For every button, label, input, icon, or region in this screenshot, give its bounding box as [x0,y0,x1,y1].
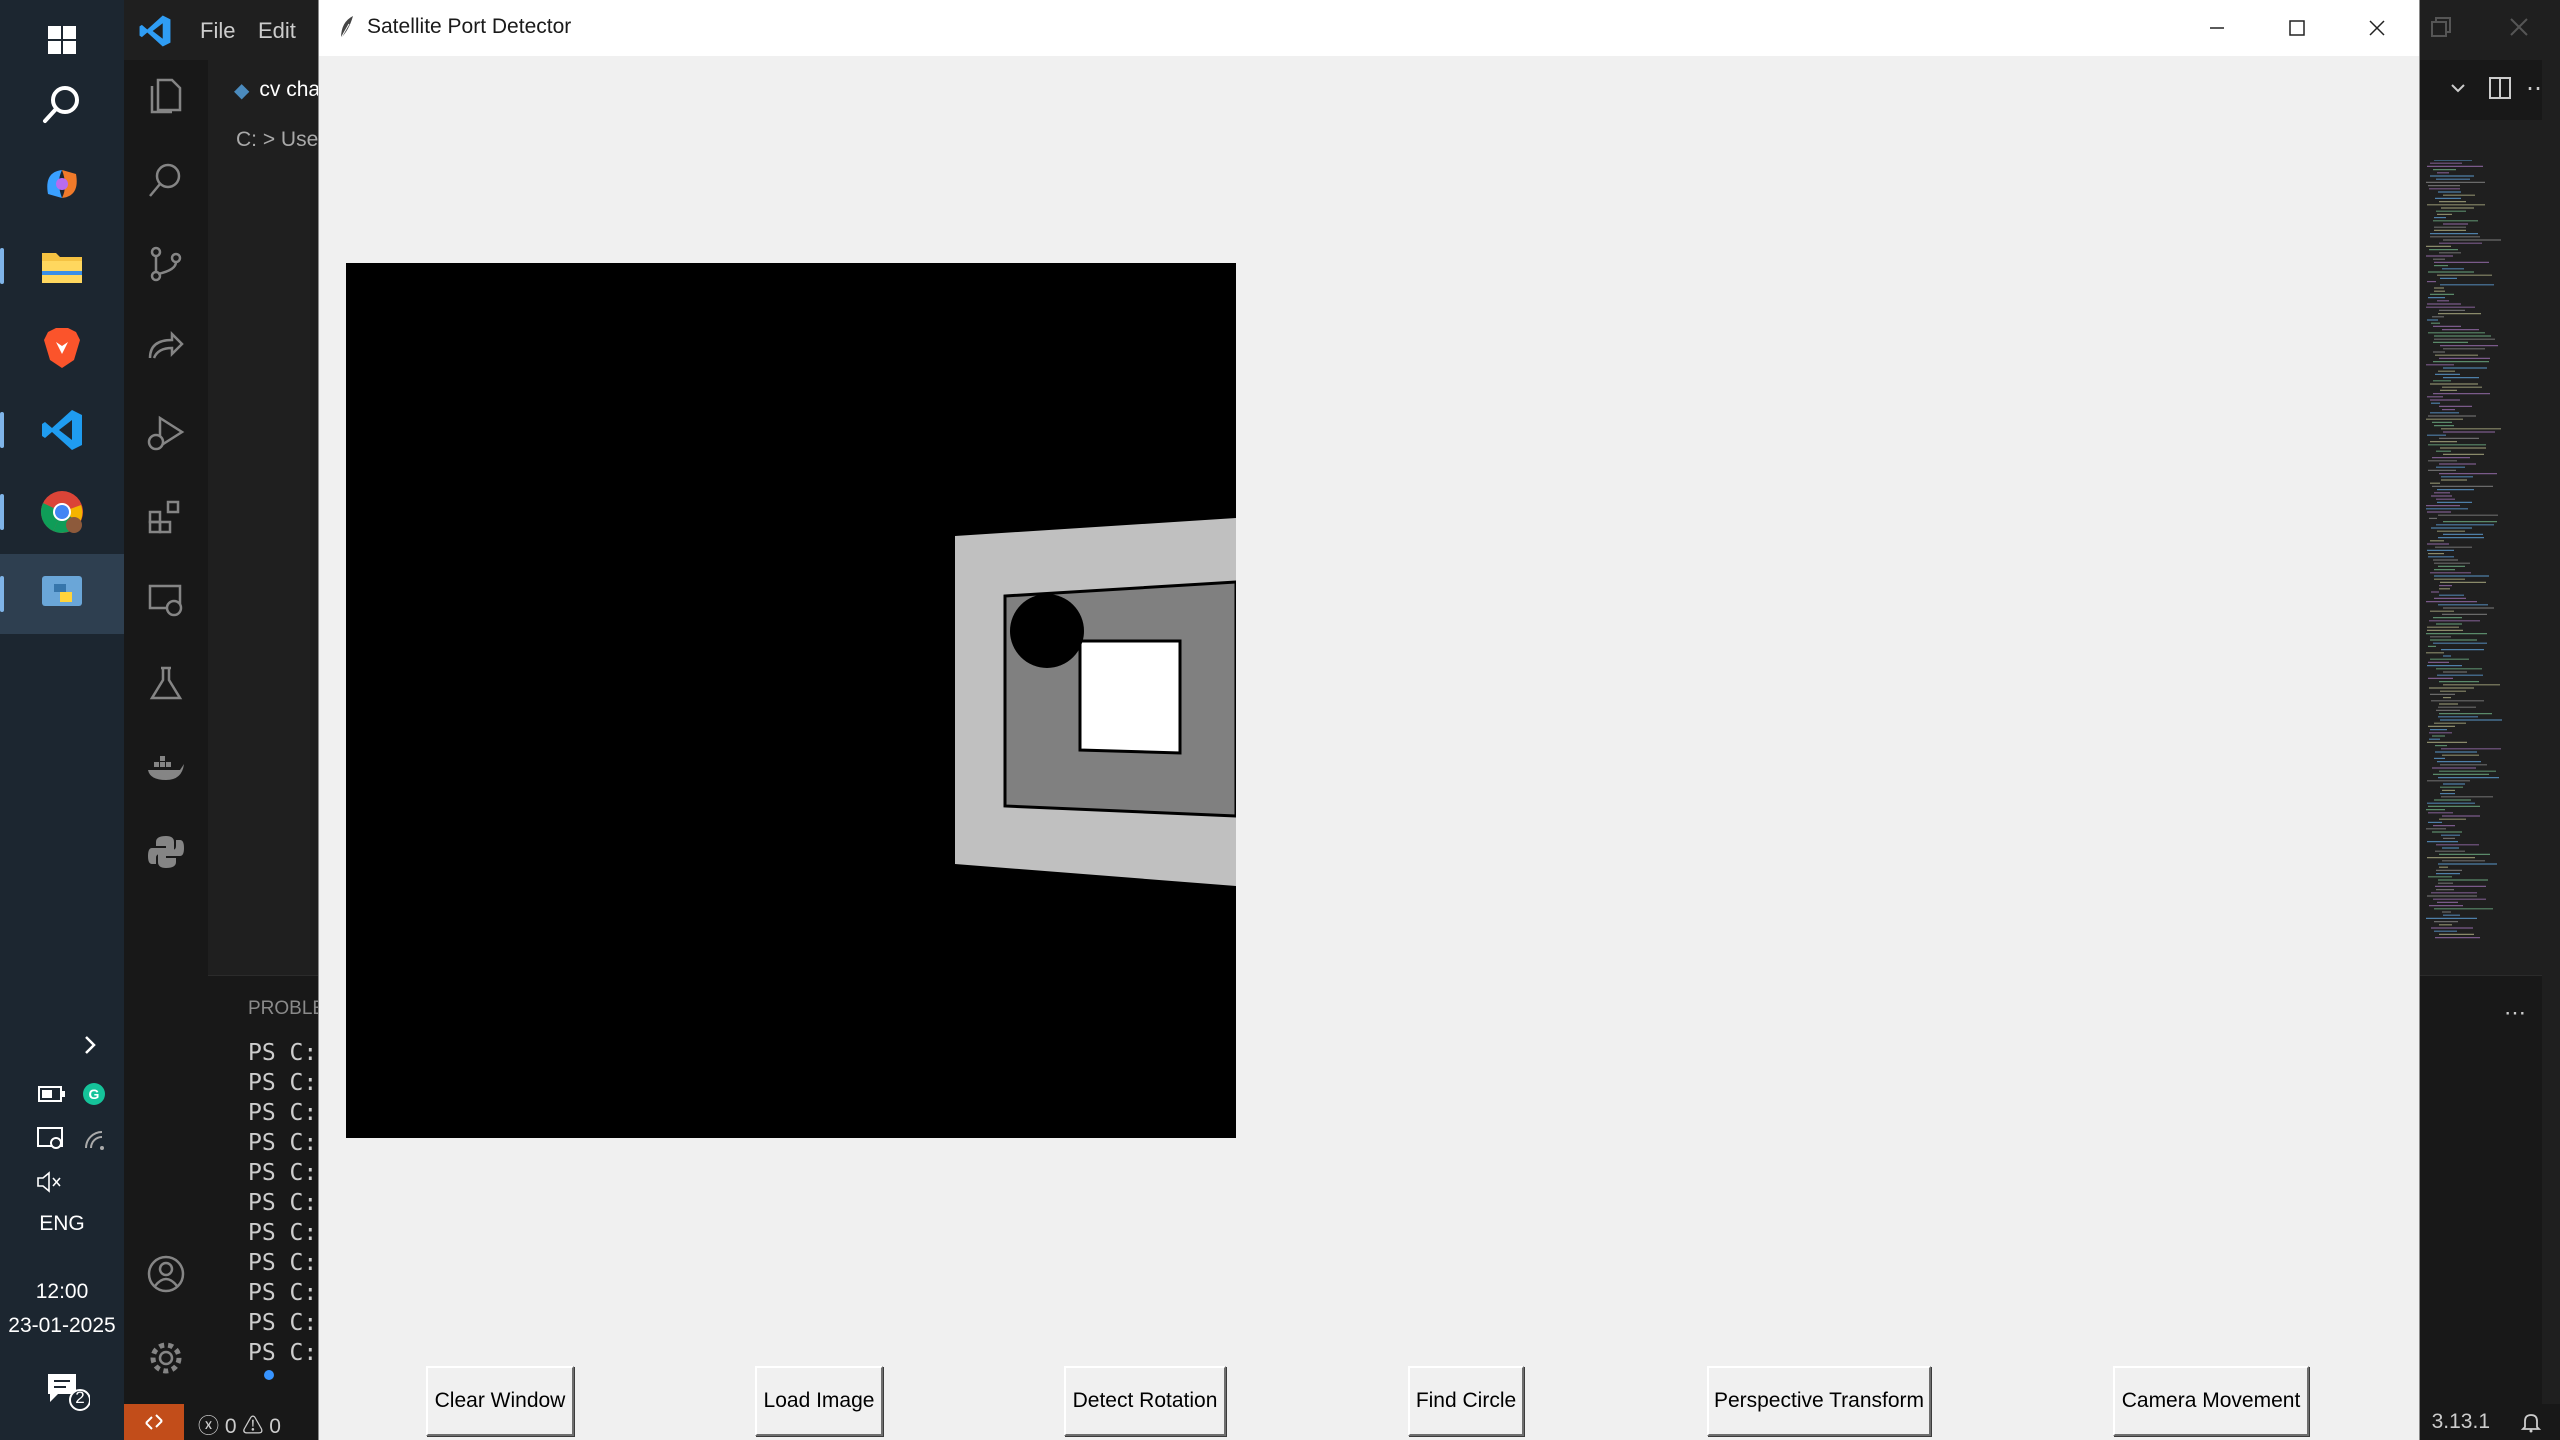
error-count: 0 [224,1415,237,1438]
brave-lion-icon [44,328,80,368]
running-indicator [0,412,4,448]
remote-indicator[interactable] [124,1404,184,1440]
warning-small-icon: ⚠ [242,1415,264,1438]
port-circle-marker [1010,594,1084,668]
search-button[interactable] [0,64,124,144]
windows-taskbar: G ENG 12:00 23-01-2025 2 [0,0,124,1440]
split-editor-icon[interactable] [2488,76,2512,105]
grammarly-icon[interactable]: G [82,1082,106,1111]
volume-muted-icon[interactable] [36,1170,64,1199]
notification-badge: 2 [75,1388,85,1407]
copilot-icon [47,170,77,198]
language-indicator[interactable]: ENG [0,1212,124,1236]
minimap[interactable] [2424,159,2539,960]
app-titlebar[interactable]: Satellite Port Detector [319,0,2419,56]
vscode-app[interactable] [0,390,124,470]
tab-label: cv cha [259,78,321,101]
windows-logo-icon [48,26,76,54]
folder-icon [42,253,82,283]
notification-center-button[interactable]: 2 [46,1372,91,1417]
find-circle-button[interactable]: Find Circle [1408,1366,1524,1436]
warning-count: 0 [269,1415,281,1438]
minimize-button[interactable] [2177,0,2257,56]
clock-date[interactable]: 23-01-2025 [0,1314,124,1338]
minimize-icon [2210,27,2224,29]
tk-feather-icon [337,14,357,45]
activity-bar [124,60,208,1404]
svg-text:G: G [89,1086,100,1102]
satellite-port-detector-window: Satellite Port Detector Clear Window Loa… [319,0,2419,1440]
remote-connection-icon [145,1414,163,1430]
clock-time[interactable]: 12:00 [0,1280,124,1304]
close-icon [2369,20,2385,36]
detect-rotation-button[interactable]: Detect Rotation [1064,1366,1226,1436]
editor-scrollbar[interactable] [2542,0,2560,1404]
chrome-app[interactable] [0,472,124,552]
remote-explorer-icon[interactable] [142,576,190,624]
chrome-icon [40,491,83,533]
file-explorer-app[interactable] [0,226,124,306]
search-icon [43,86,79,123]
vscode-logo-icon [138,14,172,53]
testing-flask-icon[interactable] [142,660,190,708]
network-icon[interactable] [82,1128,106,1157]
running-indicator [0,576,4,612]
satellite-image [346,263,1238,1138]
restore-layout-icon[interactable] [2430,16,2452,43]
battery-icon[interactable] [38,1086,66,1107]
python-interpreter-version[interactable]: 3.13.1 [2432,1410,2490,1434]
accounts-icon[interactable] [142,1250,190,1298]
breadcrumb[interactable]: C: > Use [236,128,318,152]
copilot-app[interactable] [0,144,124,224]
perspective-transform-button[interactable]: Perspective Transform [1707,1366,1931,1436]
port-square [1078,639,1182,755]
source-control-icon[interactable] [142,240,190,288]
search-icon[interactable] [142,156,190,204]
python-app[interactable] [0,554,124,634]
python-tkinter-icon [42,576,82,606]
show-hidden-icons-chevron-icon[interactable] [82,1034,98,1061]
error-icon: ⓧ [198,1415,219,1438]
terminal-status-dot [264,1370,274,1380]
menu-edit[interactable]: Edit [258,18,296,44]
docker-icon[interactable] [142,744,190,792]
python-file-icon: ◆ [234,79,250,102]
window-title: Satellite Port Detector [367,15,572,38]
brave-browser-app[interactable] [0,308,124,388]
extensions-icon[interactable] [142,492,190,540]
status-problems[interactable]: ⓧ 0 ⚠ 0 [198,1410,281,1440]
clear-window-button[interactable]: Clear Window [426,1366,574,1436]
running-indicator [0,494,4,530]
menu-file[interactable]: File [200,18,235,44]
vscode-icon [42,410,82,450]
panel-more-icon[interactable]: ⋯ [2504,1000,2526,1026]
load-image-button[interactable]: Load Image [755,1366,883,1436]
settings-gear-icon[interactable] [142,1334,190,1382]
chevron-down-icon[interactable] [2448,78,2468,103]
camera-movement-button[interactable]: Camera Movement [2113,1366,2309,1436]
explorer-icon[interactable] [142,72,190,120]
notifications-bell-icon[interactable] [2520,1411,2542,1438]
display-icon[interactable] [36,1126,66,1157]
run-debug-icon[interactable] [142,408,190,456]
close-button[interactable] [2337,0,2417,56]
maximize-button[interactable] [2257,0,2337,56]
running-indicator [0,248,4,284]
image-canvas[interactable] [346,263,1238,1138]
maximize-icon [2289,20,2305,36]
python-icon[interactable] [142,828,190,876]
remote-share-icon[interactable] [142,324,190,372]
close-icon[interactable] [2508,16,2530,43]
